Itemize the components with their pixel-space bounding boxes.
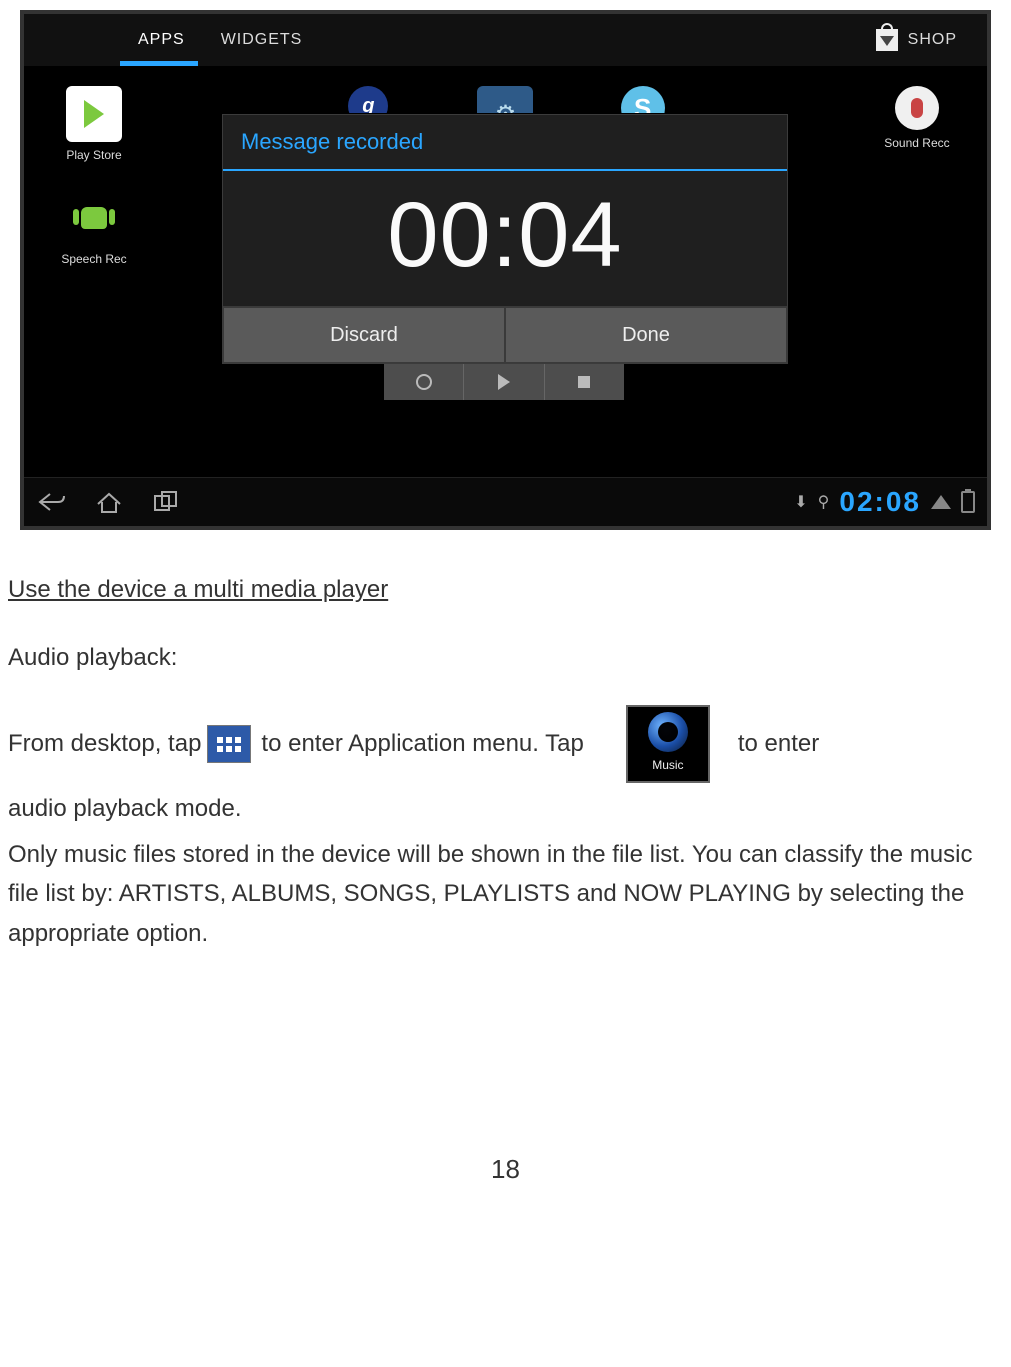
app-sound-recorder[interactable]: Sound Recc (877, 86, 957, 162)
play-button[interactable] (464, 364, 544, 400)
tab-shop[interactable]: SHOP (908, 14, 957, 66)
tab-active-underline (120, 61, 198, 66)
tab-apps[interactable]: APPS (120, 14, 203, 66)
wifi-icon (931, 495, 951, 509)
app-speech-rec[interactable]: Speech Rec (54, 190, 134, 266)
recent-apps-icon[interactable] (152, 490, 182, 514)
shop-bag-icon[interactable] (876, 29, 898, 51)
play-store-icon (84, 100, 104, 128)
status-clock: 02:08 (839, 486, 921, 518)
play-icon (498, 374, 510, 390)
app-play-store[interactable]: Play Store (54, 86, 134, 162)
tab-widgets[interactable]: WIDGETS (203, 14, 321, 66)
text-fragment: From desktop, tap (8, 724, 201, 764)
record-button[interactable] (384, 364, 464, 400)
battery-icon (961, 491, 975, 513)
app-grid-icon (207, 725, 251, 763)
download-icon: ⬇ (794, 492, 807, 512)
app-label: Speech Rec (61, 252, 126, 266)
music-app-icon: Music (626, 705, 710, 783)
section-heading: Use the device a multi media player (8, 570, 1005, 610)
discard-button[interactable]: Discard (223, 307, 505, 363)
android-screenshot: APPS WIDGETS SHOP Play Store . g ⚙ (20, 10, 991, 530)
back-icon[interactable] (36, 490, 66, 514)
instruction-line-1: From desktop, tap to enter Application m… (8, 705, 1005, 783)
dialog-title: Message recorded (223, 115, 787, 171)
app-drawer-tabbar: APPS WIDGETS SHOP (24, 14, 987, 66)
system-navbar: ⬇ ⚲ 02:08 (24, 477, 987, 526)
music-icon-label: Music (652, 756, 683, 776)
home-icon[interactable] (94, 490, 124, 514)
stop-button[interactable] (545, 364, 624, 400)
done-button[interactable]: Done (505, 307, 787, 363)
app-label: Play Store (66, 148, 121, 162)
text-fragment: to enter Application menu. Tap (261, 724, 583, 764)
mic-icon (895, 86, 939, 130)
instruction-line-2: audio playback mode. (8, 789, 1005, 829)
usb-debug-icon: ⚲ (818, 492, 830, 512)
dialog-timer: 00:04 (223, 171, 787, 306)
music-icon (648, 712, 688, 752)
instruction-paragraph-2: Only music files stored in the device wi… (8, 835, 1005, 954)
subsection-heading: Audio playback: (8, 638, 1005, 678)
text-fragment: to enter (738, 724, 819, 764)
app-label: Sound Recc (884, 136, 949, 150)
message-recorded-dialog: Message recorded 00:04 Discard Done (222, 114, 788, 364)
page-number: 18 (6, 1154, 1005, 1225)
record-icon (416, 374, 432, 390)
recorder-transport (384, 364, 624, 400)
stop-icon (578, 376, 590, 388)
android-icon (81, 207, 107, 229)
document-body: Use the device a multi media player Audi… (6, 570, 1005, 954)
